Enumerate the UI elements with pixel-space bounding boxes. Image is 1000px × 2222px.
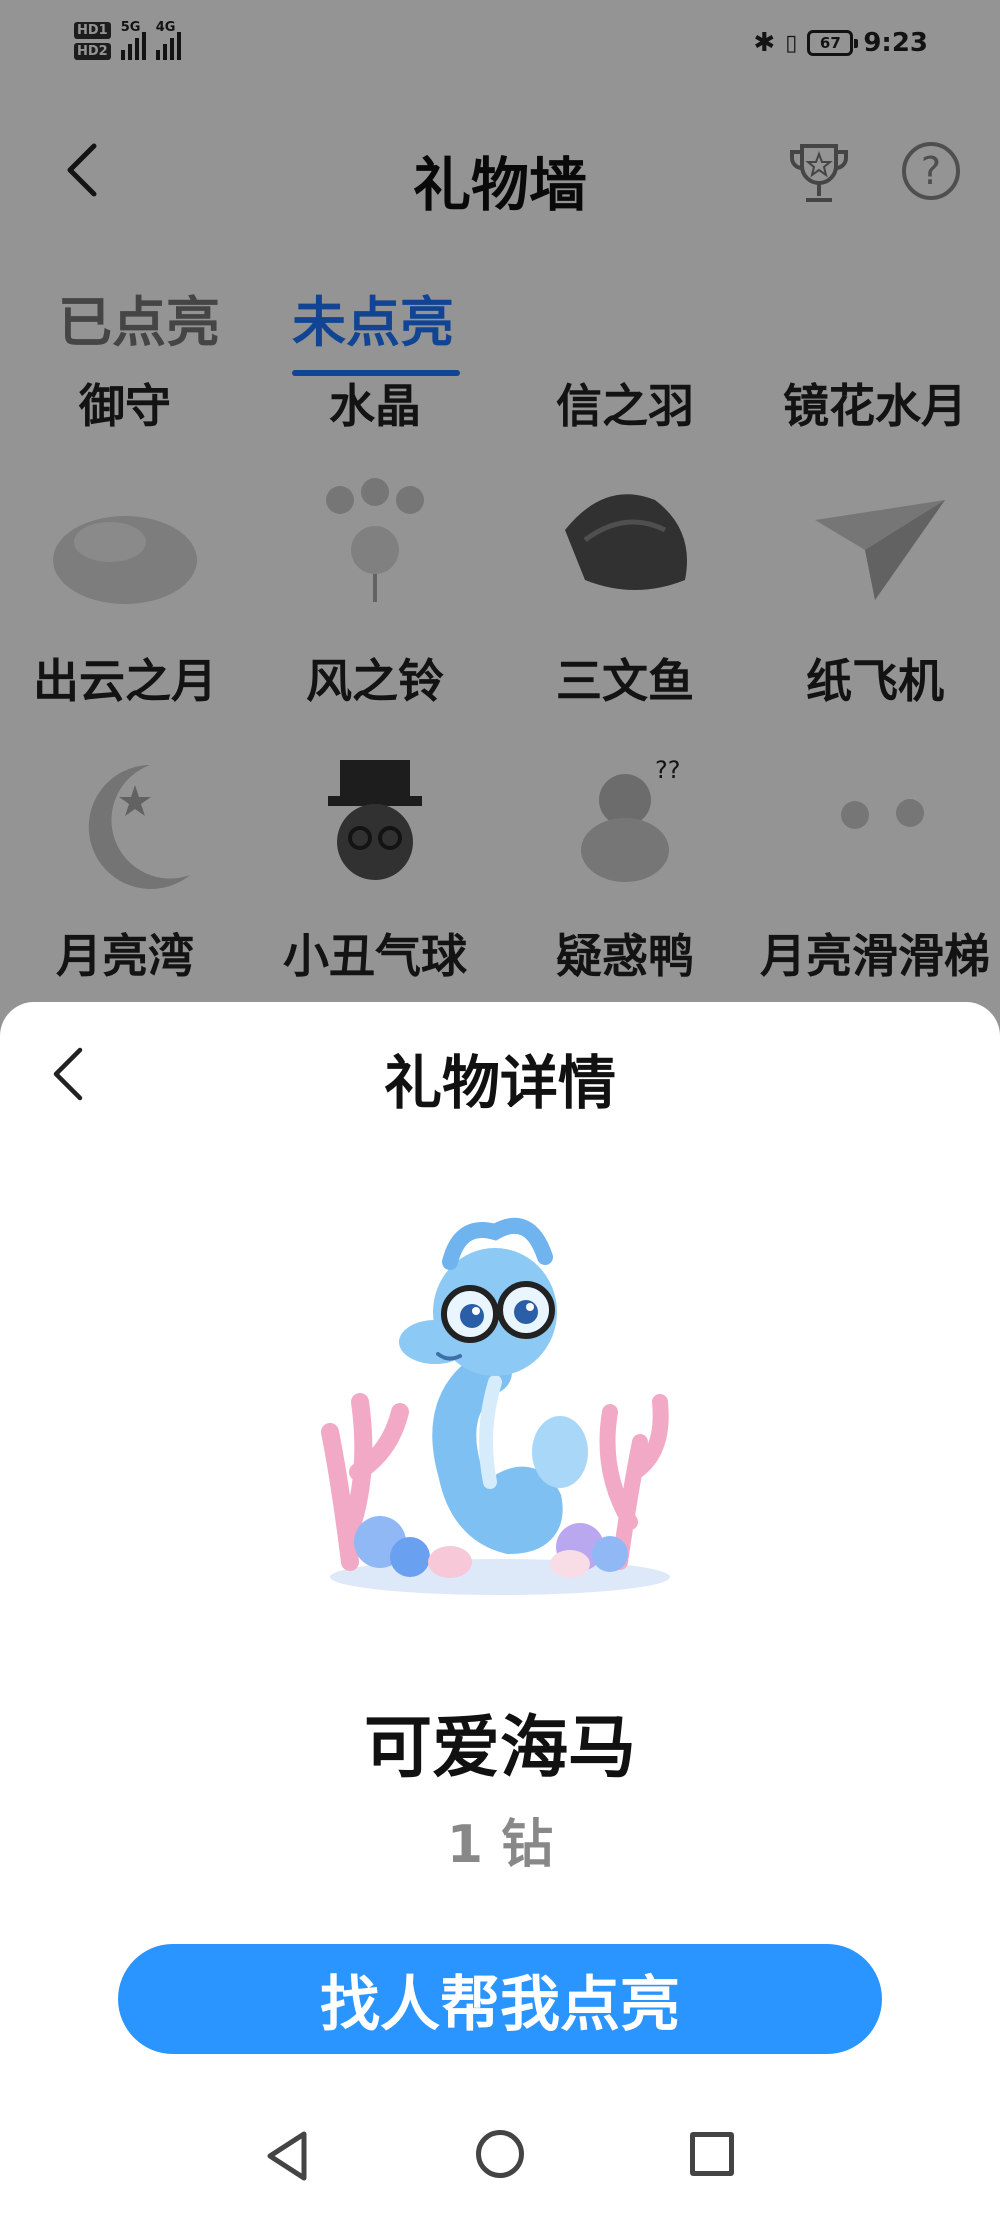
system-back-icon[interactable]	[262, 2128, 312, 2184]
system-home-icon[interactable]	[476, 2130, 524, 2178]
ask-friend-light-up-button[interactable]: 找人帮我点亮	[118, 1944, 882, 2054]
cute-seahorse-gift-image	[321, 1217, 670, 1595]
system-recents-icon[interactable]	[690, 2132, 734, 2176]
sheet-title: 礼物详情	[383, 1049, 616, 1117]
gift-detail-sheet: 礼物详情 可爱海马 1 钻 找人帮我点亮	[0, 1002, 1000, 2222]
gift-price: 1 钻	[446, 1815, 554, 1875]
gift-name: 可爱海马	[363, 1709, 636, 1788]
system-nav-bar	[0, 2120, 1000, 2200]
